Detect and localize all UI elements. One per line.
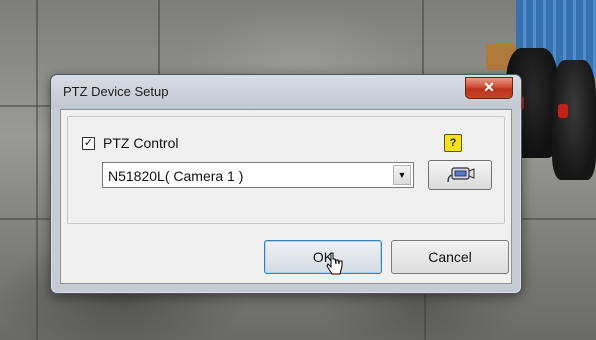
device-select[interactable]: N51820L( Camera 1 ) ▼ [102,162,414,188]
close-icon: ✕ [483,79,495,95]
ptz-camera-button[interactable] [428,160,492,190]
floor-line [158,0,160,80]
ptz-control-checkbox[interactable]: ✓ [82,136,95,150]
mouse-cursor-icon [326,252,343,275]
chevron-down-icon[interactable]: ▼ [393,165,411,185]
help-icon[interactable]: ? [444,134,462,152]
title-bar[interactable]: PTZ Device Setup ✕ [51,75,521,109]
close-button[interactable]: ✕ [465,77,513,99]
ptz-device-setup-dialog: PTZ Device Setup ✕ ✓ PTZ Control ? N5182… [50,74,522,294]
floor-line [422,0,424,80]
device-select-value: N51820L( Camera 1 ) [108,168,244,184]
dialog-body: ✓ PTZ Control ? N51820L( Camera 1 ) ▼ OK… [60,109,512,284]
tail-light [558,104,568,118]
ptz-control-row[interactable]: ✓ PTZ Control [82,135,178,151]
window-title: PTZ Device Setup [63,84,169,99]
motorcycle [552,60,596,180]
ptz-group-box: ✓ PTZ Control ? N51820L( Camera 1 ) ▼ [67,116,505,224]
ok-button[interactable]: OK [264,240,382,274]
cancel-button[interactable]: Cancel [391,240,509,274]
ptz-camera-icon [447,167,475,183]
floor-line [36,0,38,340]
ptz-control-label[interactable]: PTZ Control [103,135,178,151]
floor-line [424,290,426,340]
